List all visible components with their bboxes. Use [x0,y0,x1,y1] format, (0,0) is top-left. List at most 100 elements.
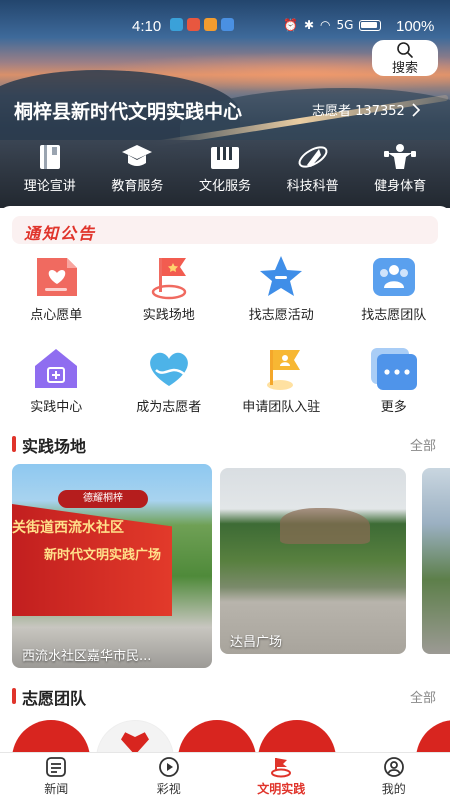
grid-item-apply-team[interactable]: 申请团队入驻 [225,342,338,434]
hero-nav-label: 教育服务 [111,179,164,194]
grid-item-wish-list[interactable]: 点心愿单 [0,250,113,342]
search-label: 搜索 [391,60,418,76]
tab-news[interactable]: 新闻 [0,753,113,800]
grid-item-label: 实践中心 [30,400,83,415]
tab-label: 彩视 [156,782,181,796]
sign-main-text: 新时代文明实践广场 [44,548,162,563]
grid-item-label: 实践场地 [142,308,195,323]
team-avatar[interactable] [416,720,450,756]
flag-team-icon [256,346,306,392]
system-icons: ⏰ ✱ ◠ 5G [283,18,382,32]
status-time: 4:10 [132,18,162,35]
play-icon [158,757,179,777]
practice-sites-carousel: 德耀桐梓 关街道西流水社区 新时代文明实践广场 西流水社区嘉华市民... 达昌广… [12,464,450,670]
hero-nav-label: 科技科普 [286,179,339,194]
sign-logo-badge: 德耀桐梓 [58,490,148,508]
grid-item-label: 找志愿团队 [361,308,427,323]
practice-sites-header: 实践场地 全部 [0,432,450,456]
hero-nav-education[interactable]: 教育服务 [94,142,180,194]
hero-nav-label: 文化服务 [198,179,251,194]
hero-nav-fitness[interactable]: 健身体育 [357,142,443,194]
grid-item-label: 成为志愿者 [136,400,202,415]
bottom-tab-bar: 新闻 彩视 文明实践 我的 [0,752,450,800]
hero-nav-label: 理论宣讲 [23,179,76,194]
graduation-cap-icon [120,142,154,172]
flag-location-icon [144,254,194,300]
sign-top-text: 关街道西流水社区 [12,520,124,536]
hero-nav-science[interactable]: 科技科普 [270,142,356,194]
section-accent-bar [12,688,16,704]
hero-nav-label: 健身体育 [374,179,427,194]
section-title: 实践场地 [22,437,87,456]
app-notification-icon [204,18,217,31]
house-icon [31,346,81,392]
grid-item-practice-site[interactable]: 实践场地 [113,250,226,342]
team-avatar[interactable] [96,720,174,756]
grid-item-practice-center[interactable]: 实践中心 [0,342,113,434]
hero-nav: 理论宣讲 教育服务 文化服务 科技科普 健身体育 [0,142,450,194]
battery-icon [359,19,382,31]
grid-item-find-activity[interactable]: 找志愿活动 [225,250,338,342]
tab-video[interactable]: 彩视 [113,753,226,800]
volunteer-count-link[interactable]: 志愿者 137352 [312,100,421,119]
app-notification-icon [187,18,200,31]
notice-banner[interactable]: 通知公告 [12,216,438,244]
tab-civilization[interactable]: 文明实践 [225,753,338,800]
team-avatar[interactable] [178,720,256,756]
view-all-link[interactable]: 全部 [410,687,436,706]
notice-label: 通知公告 [24,224,97,243]
site-card[interactable]: 德耀桐梓 关街道西流水社区 新时代文明实践广场 西流水社区嘉华市民... [12,464,212,668]
more-icon [369,346,419,392]
rocket-icon [296,142,330,172]
page-title: 桐梓县新时代文明实践中心 [14,101,243,123]
main-content: 通知公告 点心愿单 实践场地 找志愿活动 找志愿团队 实践中心 成为志愿者 申请… [0,206,450,756]
search-button[interactable]: 搜索 [372,40,438,76]
signal-icon: 5G [336,18,354,32]
site-card-caption: 西流水社区嘉华市民... [22,649,152,664]
tab-profile[interactable]: 我的 [338,753,450,800]
grid-item-label: 点心愿单 [30,308,83,323]
section-accent-bar [12,436,16,452]
feature-grid: 点心愿单 实践场地 找志愿活动 找志愿团队 实践中心 成为志愿者 申请团队入驻 … [0,250,450,434]
grid-item-become-volunteer[interactable]: 成为志愿者 [113,342,226,434]
alarm-icon: ⏰ [283,18,298,32]
view-all-link[interactable]: 全部 [410,435,436,454]
hero-nav-theory[interactable]: 理论宣讲 [7,142,93,194]
team-avatar[interactable] [12,720,90,756]
grid-item-label: 找志愿活动 [248,308,314,323]
tab-label: 新闻 [44,782,69,796]
wifi-icon: ◠ [320,18,331,32]
app-screen: 4:10 ⏰ ✱ ◠ 5G 100% 搜索 桐梓县新时代文明实践中心 志愿者 1… [0,0,450,800]
app-notification-icon [170,18,183,31]
tab-label: 文明实践 [257,782,306,796]
heart-hand-icon [144,346,194,392]
volunteer-teams-header: 志愿团队 全部 [0,684,450,708]
piano-icon [208,142,242,172]
team-icon [369,254,419,300]
sign-logo-text: 德耀桐梓 [83,493,123,504]
site-card-caption: 达昌广场 [230,635,283,650]
section-title: 志愿团队 [22,689,87,708]
bluetooth-icon: ✱ [303,18,315,32]
profile-icon [383,757,404,777]
volunteer-teams-list [12,720,450,756]
fitness-icon [383,142,417,172]
grid-item-more[interactable]: 更多 [338,342,450,434]
grid-item-find-team[interactable]: 找志愿团队 [338,250,450,342]
team-avatar[interactable] [258,720,336,756]
tab-label: 我的 [381,782,406,796]
site-card[interactable] [422,468,450,654]
chevron-right-icon [412,102,420,117]
civilization-icon [271,758,292,778]
battery-percentage: 100% [396,18,435,35]
cliff-rock [280,508,370,544]
wish-list-icon [31,254,81,300]
site-card[interactable]: 达昌广场 [220,468,406,654]
book-icon [33,142,67,172]
app-notification-icon [221,18,234,31]
news-icon [46,757,67,777]
hero-nav-culture[interactable]: 文化服务 [182,142,268,194]
grid-item-label: 更多 [380,400,407,415]
volunteer-count: 志愿者 137352 [312,104,405,119]
star-icon [256,254,306,300]
